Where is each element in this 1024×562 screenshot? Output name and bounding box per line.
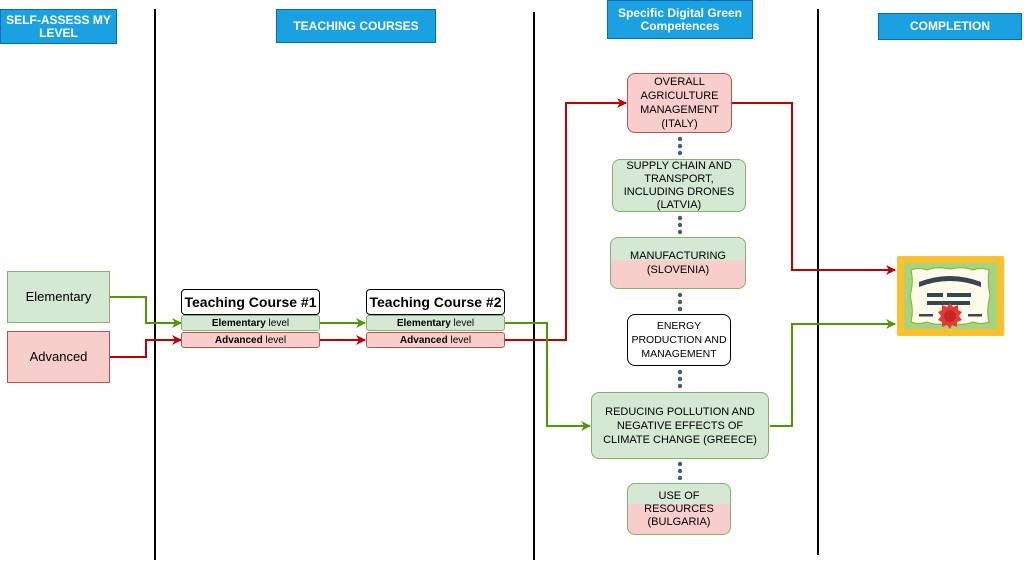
arrow-greece-to-completion [770,319,896,427]
course-1-advanced-level[interactable]: Advanced level [181,332,320,348]
course-2-title[interactable]: Teaching Course #2 [366,289,505,315]
course-2-elementary-strong: Elementary [396,317,451,329]
competence-bulgaria-label: USE OF RESOURCES (BULGARIA) [644,489,714,528]
arrow-advanced-to-course1 [110,335,182,358]
competence-italy[interactable]: OVERALL AGRICULTURE MANAGEMENT (ITALY) [627,73,732,133]
level-elementary-label: Elementary [25,289,92,304]
course-2-elementary-level[interactable]: Elementary level [366,315,505,331]
competence-latvia-label: SUPPLY CHAIN AND TRANSPORT, INCLUDING DR… [623,159,735,211]
arrow-elementary-to-course1 [110,296,182,328]
course-1-elementary-level[interactable]: Elementary level [181,315,320,331]
course-2-advanced-suffix: level [447,334,472,346]
arrow-italy-to-completion [732,102,896,275]
arrow-course2-advanced-to-italy [505,98,627,341]
level-advanced-label: Advanced [29,349,88,364]
level-advanced-box[interactable]: Advanced [7,331,110,383]
level-elementary-box[interactable]: Elementary [7,271,110,323]
competence-latvia[interactable]: SUPPLY CHAIN AND TRANSPORT, INCLUDING DR… [612,159,746,212]
course-1-elementary-suffix: level [265,317,290,329]
course-1-advanced-suffix: level [262,334,287,346]
certificate-icon[interactable] [897,256,1004,336]
competence-greece[interactable]: REDUCING POLLUTION AND NEGATIVE EFFECTS … [591,392,769,459]
competence-italy-label: OVERALL AGRICULTURE MANAGEMENT (ITALY) [640,76,719,130]
course-1-title[interactable]: Teaching Course #1 [181,289,320,315]
competence-energy[interactable]: ENERGY PRODUCTION AND MANAGEMENT [627,314,731,366]
competence-slovenia[interactable]: MANUFACTURING (SLOVENIA) [610,237,746,289]
course-2-elementary-suffix: level [450,317,475,329]
competence-energy-label: ENERGY PRODUCTION AND MANAGEMENT [631,320,727,360]
course-1-advanced-strong: Advanced [214,334,263,346]
competence-slovenia-label: MANUFACTURING (SLOVENIA) [630,250,726,276]
competence-greece-label: REDUCING POLLUTION AND NEGATIVE EFFECTS … [603,405,757,446]
course-2-advanced-level[interactable]: Advanced level [366,332,505,348]
course-1-elementary-strong: Elementary [211,317,266,329]
competence-bulgaria[interactable]: USE OF RESOURCES (BULGARIA) [627,483,731,535]
arrow-course2-elementary-to-greece [505,322,591,431]
course-2-advanced-strong: Advanced [399,334,448,346]
connectors [110,98,896,481]
